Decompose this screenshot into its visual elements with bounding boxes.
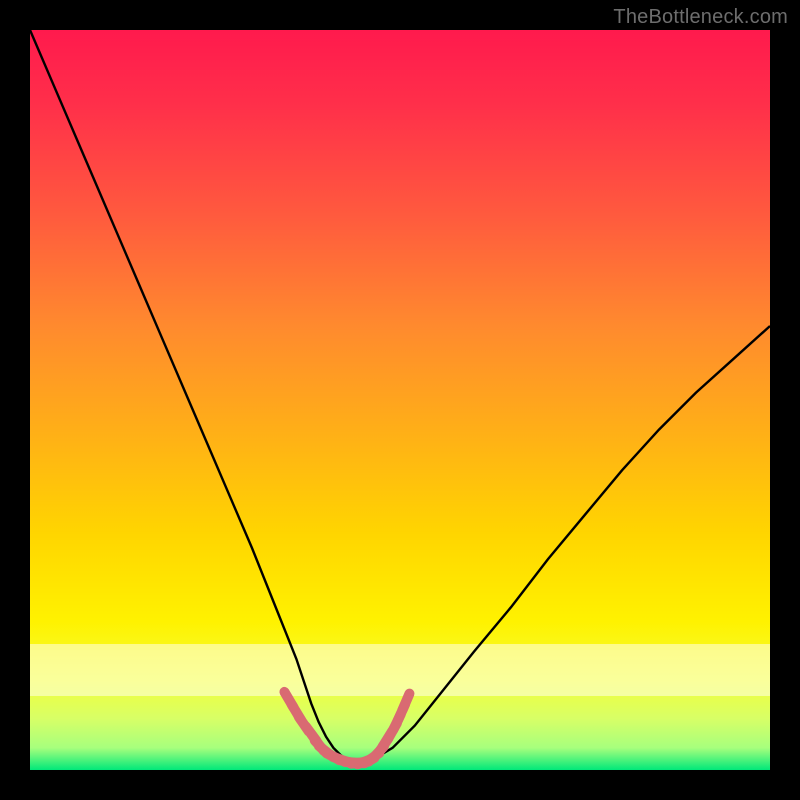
watermark-text: TheBottleneck.com [613,6,788,29]
chart-frame: TheBottleneck.com [0,0,800,800]
bottleneck-curve [30,30,770,763]
marker-group [284,692,409,764]
curve-layer [30,30,770,770]
plot-area [30,30,770,770]
curve-marker [402,694,409,711]
